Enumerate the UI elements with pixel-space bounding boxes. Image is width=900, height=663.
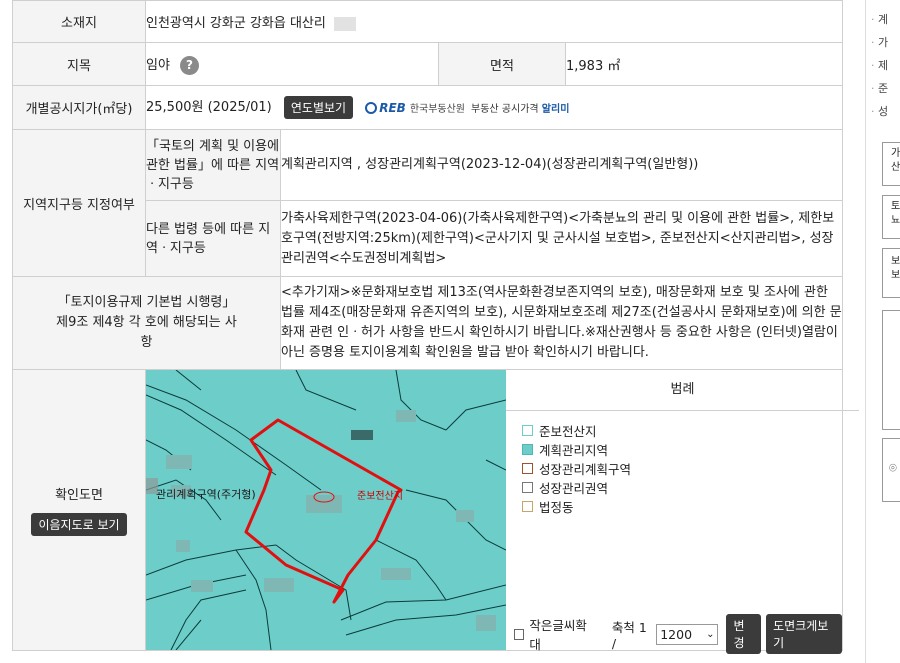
sidebar-item[interactable]: 성	[866, 100, 900, 123]
map-forest-label: 준보전산지	[357, 491, 403, 502]
large-map-button[interactable]: 도면크게보기	[766, 614, 843, 654]
small-text-label: 작은글씨확대	[529, 618, 587, 652]
redacted-address	[333, 16, 356, 31]
regulation-value: <추가기재>※문화재보호법 제13조(역사문화환경보존지역의 보호), 매장문화…	[279, 276, 844, 370]
sidebar-box[interactable]: 보 보	[882, 248, 900, 298]
location-label: 소재지	[12, 0, 146, 43]
location-pin-icon: ⌾	[889, 461, 897, 476]
price-label: 개별공시지가(㎡당)	[12, 85, 146, 130]
reb-logo-link[interactable]: REB 한국부동산원 부동산 공시가격 알리미	[365, 100, 569, 115]
legend-panel: 범례 준보전산지 계획관리지역 성장관리계획구역 성장관리권역 법정동	[506, 370, 859, 650]
legend-item: 성장관리권역	[522, 478, 843, 497]
category-value: 임야	[146, 57, 170, 73]
legend-item: 계획관리지역	[522, 440, 843, 459]
area-label: 면적	[438, 42, 566, 86]
right-sidebar: 계 가 제 준 성 가 산 토 뇨 보 보 ⌾	[865, 0, 900, 663]
reb-org: 한국부동산원	[409, 104, 466, 115]
legend-item: 준보전산지	[522, 421, 843, 440]
legend-list: 준보전산지 계획관리지역 성장관리계획구역 성장관리권역 법정동	[506, 411, 859, 526]
chevron-down-icon: ⌄	[706, 628, 715, 640]
legend-item: 성장관리계획구역	[522, 459, 843, 478]
location-text: 인천광역시 강화군 강화읍 대산리	[146, 16, 326, 31]
area-value: 1,983 ㎡	[564, 42, 844, 86]
sidebar-item[interactable]: 준	[866, 77, 900, 100]
open-eum-map-button[interactable]: 이음지도로 보기	[31, 513, 127, 536]
zoning-sub2-label: 다른 법령 등에 따른 지역ㆍ지구등	[145, 200, 281, 277]
regulation-label: 「토지이용규제 기본법 시행령」 제9조 제4항 각 호에 해당되는 사항	[12, 276, 281, 370]
sidebar-panel	[882, 310, 900, 430]
year-history-button[interactable]: 연도별보기	[283, 96, 354, 119]
map-label: 확인도면	[55, 488, 103, 503]
sidebar-map-box[interactable]: ⌾	[882, 438, 900, 502]
map-cell: 관리계획구역(주거형) 준보전산지 범례 준보전산지 계획관리지역 성장관리계획…	[144, 369, 859, 654]
sidebar-item[interactable]: 가	[866, 31, 900, 54]
sidebar-item[interactable]: 제	[866, 54, 900, 77]
reb-service: 부동산 공시가격 알리미	[471, 104, 570, 115]
map-svg	[146, 370, 506, 650]
scale-select[interactable]: 1200 ⌄	[656, 623, 719, 645]
reb-logo-icon	[365, 101, 378, 114]
parcel-map[interactable]: 관리계획구역(주거형) 준보전산지	[146, 370, 506, 650]
change-scale-button[interactable]: 변경	[726, 614, 762, 654]
legend-item: 법정동	[522, 497, 843, 516]
question-icon[interactable]: ?	[179, 55, 199, 75]
reb-logo-text: REB	[379, 100, 406, 115]
scale-label: 축척 1 /	[611, 620, 647, 651]
location-value: 인천광역시 강화군 강화읍 대산리	[144, 0, 844, 43]
sidebar-item[interactable]: 계	[866, 8, 900, 31]
category-value-cell: 임야?	[145, 42, 439, 86]
sidebar-box[interactable]: 가 산	[882, 142, 900, 186]
zoning-label: 지역지구등 지정여부	[12, 129, 146, 277]
small-text-checkbox[interactable]	[514, 628, 525, 640]
price-value: 25,500원 (2025/01)	[146, 100, 272, 115]
price-value-cell: 25,500원 (2025/01) 연도별보기 REB 한국부동산원 부동산 공…	[144, 85, 844, 130]
land-use-table: 소재지 인천광역시 강화군 강화읍 대산리 지목 임야? 면적 1,983 ㎡ …	[12, 0, 859, 654]
legend-title: 범례	[506, 370, 859, 411]
zoning-sub1-label: 「국토의 계획 및 이용에 관한 법률」에 따른 지역ㆍ지구등	[145, 129, 281, 201]
legend-swatch	[522, 444, 533, 455]
map-label-cell: 확인도면 이음지도로 보기	[12, 369, 146, 651]
legend-swatch	[522, 425, 533, 436]
category-label: 지목	[12, 42, 146, 86]
map-zone-label: 관리계획구역(주거형)	[156, 488, 256, 501]
sidebar-box[interactable]: 토 뇨	[882, 195, 900, 239]
legend-swatch	[522, 463, 533, 474]
zoning-sub2-value: 가축사육제한구역(2023-04-06)(가축사육제한구역)<가축분뇨의 관리 …	[279, 200, 844, 277]
legend-swatch	[522, 482, 533, 493]
map-controls: 작은글씨확대 축척 1 / 1200 ⌄ 변경 도면크게보기	[514, 614, 843, 654]
zoning-sub1-value: 계획관리지역 , 성장관리계획구역(2023-12-04)(성장관리계획구역(일…	[279, 129, 844, 201]
legend-swatch	[522, 501, 533, 512]
